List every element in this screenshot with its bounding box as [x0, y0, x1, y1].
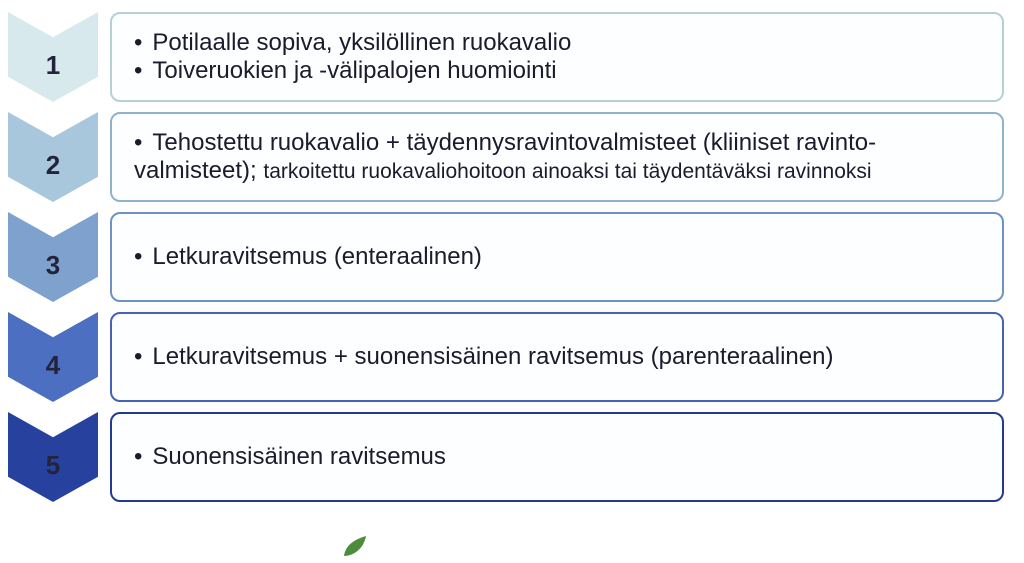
leaf-icon — [340, 534, 368, 558]
step-number: 2 — [8, 150, 98, 181]
chevron-step-5: 5 — [8, 412, 98, 502]
step-box-4: Letkuravitsemus + suonensisäinen ravitse… — [110, 312, 1004, 402]
step-item-text: Toiveruokien ja -välipalojen huomiointi — [152, 57, 556, 84]
step-item: Letkuravitsemus + suonensisäinen ravitse… — [134, 343, 833, 371]
chevron-step-4: 4 — [8, 312, 98, 402]
step-item: Tehostettu ruokavalio + täydennysravinto… — [134, 129, 980, 185]
step-items: Letkuravitsemus (enteraalinen) — [134, 243, 482, 271]
step-items: Suonensisäinen ravitsemus — [134, 443, 446, 471]
chevron-step-2: 2 — [8, 112, 98, 202]
step-item: Letkuravitsemus (enteraalinen) — [134, 243, 482, 271]
step-box-5: Suonensisäinen ravitsemus — [110, 412, 1004, 502]
step-row-2: 2 Tehostettu ruokavalio + täydennysravint… — [8, 112, 1004, 202]
step-items: Potilaalle sopiva, yksilöllinen ruokaval… — [134, 29, 571, 85]
step-item: Potilaalle sopiva, yksilöllinen ruokaval… — [134, 29, 571, 57]
step-row-3: 3 Letkuravitsemus (enteraalinen) — [8, 212, 1004, 302]
step-item-text: Letkuravitsemus + suonensisäinen ravitse… — [152, 343, 833, 370]
step-box-1: Potilaalle sopiva, yksilöllinen ruokaval… — [110, 12, 1004, 102]
step-number: 4 — [8, 350, 98, 381]
step-items: Letkuravitsemus + suonensisäinen ravitse… — [134, 343, 833, 371]
step-box-2: Tehostettu ruokavalio + täydennysravinto… — [110, 112, 1004, 202]
step-item: Suonensisäinen ravitsemus — [134, 443, 446, 471]
step-item-text: Potilaalle sopiva, yksilöllinen ruokaval… — [152, 29, 571, 56]
step-number: 1 — [8, 50, 98, 81]
nutrition-steps-diagram: 1 Potilaalle sopiva, yksilöllinen ruokava… — [8, 12, 1004, 502]
step-item: Toiveruokien ja -välipalojen huomiointi — [134, 57, 571, 85]
step-row-5: 5 Suonensisäinen ravitsemus — [8, 412, 1004, 502]
chevron-step-1: 1 — [8, 12, 98, 102]
step-item-text: Letkuravitsemus (enteraalinen) — [152, 243, 482, 270]
chevron-step-3: 3 — [8, 212, 98, 302]
step-row-4: 4 Letkuravitsemus + suonensisäinen ravits… — [8, 312, 1004, 402]
step-row-1: 1 Potilaalle sopiva, yksilöllinen ruokava… — [8, 12, 1004, 102]
step-number: 5 — [8, 450, 98, 481]
step-item-text: Suonensisäinen ravitsemus — [152, 443, 446, 470]
step-box-3: Letkuravitsemus (enteraalinen) — [110, 212, 1004, 302]
step-items: Tehostettu ruokavalio + täydennysravinto… — [134, 129, 980, 185]
step-number: 3 — [8, 250, 98, 281]
step-item-secondary: tarkoitettu ruokavaliohoitoon ainoaksi t… — [263, 160, 871, 183]
